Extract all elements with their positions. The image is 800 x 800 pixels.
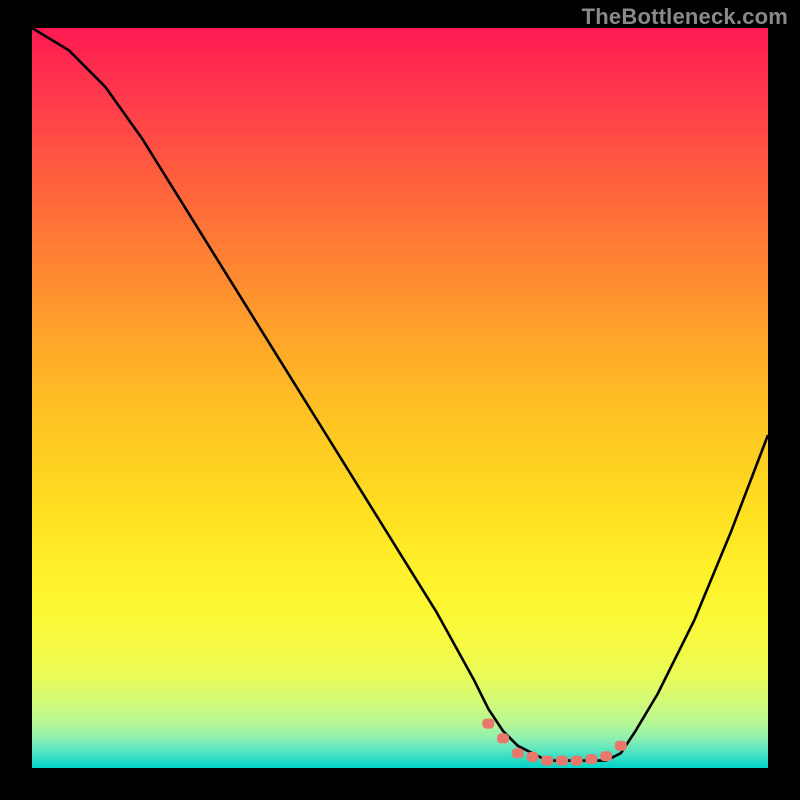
chart-frame: TheBottleneck.com — [0, 0, 800, 800]
valley-marker — [600, 751, 612, 761]
watermark-text: TheBottleneck.com — [582, 4, 788, 30]
valley-marker — [556, 756, 568, 766]
valley-marker — [482, 719, 494, 729]
valley-marker — [497, 733, 509, 743]
valley-marker — [527, 752, 539, 762]
valley-marker — [571, 756, 583, 766]
valley-marker — [512, 748, 524, 758]
valley-marker — [615, 741, 627, 751]
valley-markers — [482, 719, 627, 766]
curve-layer — [32, 28, 768, 768]
plot-area — [32, 28, 768, 768]
valley-marker — [585, 754, 597, 764]
valley-marker — [541, 756, 553, 766]
bottleneck-curve-path — [32, 28, 768, 761]
